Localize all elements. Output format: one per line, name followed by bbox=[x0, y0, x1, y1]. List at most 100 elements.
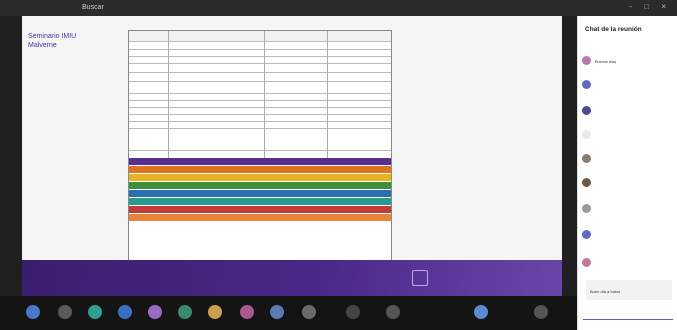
band-cell bbox=[239, 166, 330, 173]
band-cell bbox=[168, 198, 239, 205]
table-cell bbox=[129, 49, 169, 56]
title-bar: Buscar - □ × bbox=[0, 0, 677, 17]
table-cell bbox=[264, 128, 328, 150]
table-cell bbox=[327, 42, 390, 49]
band-cell bbox=[168, 190, 239, 197]
participant-avatar[interactable] bbox=[386, 305, 400, 319]
chat-message bbox=[582, 228, 674, 248]
table-cell bbox=[327, 114, 390, 121]
table-cell bbox=[168, 49, 265, 56]
table-cell bbox=[327, 63, 390, 72]
table-cell bbox=[264, 49, 328, 56]
avatar bbox=[582, 230, 591, 239]
table-cell bbox=[264, 121, 328, 128]
band-cell bbox=[168, 166, 239, 173]
table-cell bbox=[327, 56, 390, 63]
table-cell bbox=[168, 42, 265, 49]
band-cell bbox=[129, 222, 168, 228]
chat-message bbox=[582, 152, 674, 172]
band-cell bbox=[168, 222, 327, 228]
participant-avatar[interactable] bbox=[58, 305, 72, 319]
band-cell bbox=[239, 174, 330, 181]
avatar bbox=[582, 154, 591, 163]
table-cell bbox=[327, 81, 390, 93]
table-cell bbox=[129, 100, 169, 107]
shared-screen-stage: Seminario IMIU Malverne bbox=[0, 16, 577, 296]
avatar bbox=[582, 106, 591, 115]
schedule-color-band bbox=[129, 206, 391, 213]
band-cell bbox=[239, 190, 330, 197]
table-cell bbox=[264, 42, 328, 49]
avatar bbox=[582, 56, 591, 65]
chat-message-outgoing: Buen día a todos bbox=[586, 280, 672, 300]
participant-avatar[interactable] bbox=[88, 305, 102, 319]
band-cell bbox=[168, 206, 239, 213]
participant-avatar[interactable] bbox=[346, 305, 360, 319]
participant-avatar[interactable] bbox=[240, 305, 254, 319]
table-cell bbox=[264, 81, 328, 93]
table-cell bbox=[129, 56, 169, 63]
schedule-table bbox=[128, 30, 392, 278]
participant-avatar[interactable] bbox=[534, 305, 548, 319]
schedule-color-band bbox=[129, 190, 391, 197]
window-controls[interactable]: - □ × bbox=[629, 2, 671, 11]
avatar bbox=[582, 204, 591, 213]
table-cell bbox=[129, 93, 169, 100]
table-cell bbox=[168, 72, 265, 81]
chat-message: Buenos días bbox=[582, 54, 674, 74]
table-cell bbox=[168, 81, 265, 93]
table-cell bbox=[327, 100, 390, 107]
table-cell bbox=[129, 72, 169, 81]
participant-avatar[interactable] bbox=[474, 305, 488, 319]
schedule-color-band bbox=[129, 158, 391, 165]
table-cell bbox=[327, 93, 390, 100]
slide-title: Seminario IMIU Malverne bbox=[28, 33, 77, 49]
band-cell bbox=[239, 198, 330, 205]
table-cell bbox=[168, 100, 265, 107]
search-box[interactable]: Buscar bbox=[82, 3, 202, 13]
table-cell bbox=[168, 114, 265, 121]
band-cell bbox=[239, 182, 330, 189]
table-cell bbox=[264, 56, 328, 63]
table-cell bbox=[327, 49, 390, 56]
table-cell bbox=[264, 114, 328, 121]
table-cell bbox=[168, 150, 265, 158]
chat-compose-input[interactable] bbox=[583, 313, 673, 324]
chat-message bbox=[582, 104, 674, 124]
chat-title: Chat de la reunión bbox=[585, 26, 642, 33]
participant-avatar[interactable] bbox=[208, 305, 222, 319]
university-logo-icon bbox=[412, 270, 428, 286]
table-cell bbox=[327, 150, 390, 158]
presentation-slide: Seminario IMIU Malverne bbox=[22, 16, 562, 296]
table-cell bbox=[168, 121, 265, 128]
avatar bbox=[582, 258, 591, 267]
band-cell bbox=[168, 214, 239, 221]
table-header-row bbox=[129, 31, 391, 42]
schedule-color-band bbox=[129, 182, 391, 189]
table-cell bbox=[129, 63, 169, 72]
chat-message bbox=[582, 202, 674, 222]
avatar bbox=[582, 80, 591, 89]
table-cell bbox=[264, 93, 328, 100]
participant-avatar[interactable] bbox=[178, 305, 192, 319]
table-cell bbox=[129, 114, 169, 121]
participant-avatar[interactable] bbox=[26, 305, 40, 319]
band-cell bbox=[327, 222, 390, 228]
participant-avatar[interactable] bbox=[118, 305, 132, 319]
band-cell bbox=[168, 174, 239, 181]
table-cell bbox=[327, 128, 390, 150]
table-cell bbox=[129, 107, 169, 114]
chat-compose-box[interactable] bbox=[583, 307, 673, 324]
participant-avatar[interactable] bbox=[302, 305, 316, 319]
band-cell bbox=[239, 214, 330, 221]
table-header-cell bbox=[264, 31, 328, 41]
table-cell bbox=[168, 56, 265, 63]
band-cell bbox=[168, 182, 239, 189]
participant-avatar[interactable] bbox=[148, 305, 162, 319]
participant-avatar[interactable] bbox=[270, 305, 284, 319]
chat-message bbox=[582, 78, 674, 98]
schedule-color-band bbox=[129, 174, 391, 181]
table-cell bbox=[264, 100, 328, 107]
table-cell bbox=[327, 121, 390, 128]
table-cell bbox=[327, 72, 390, 81]
